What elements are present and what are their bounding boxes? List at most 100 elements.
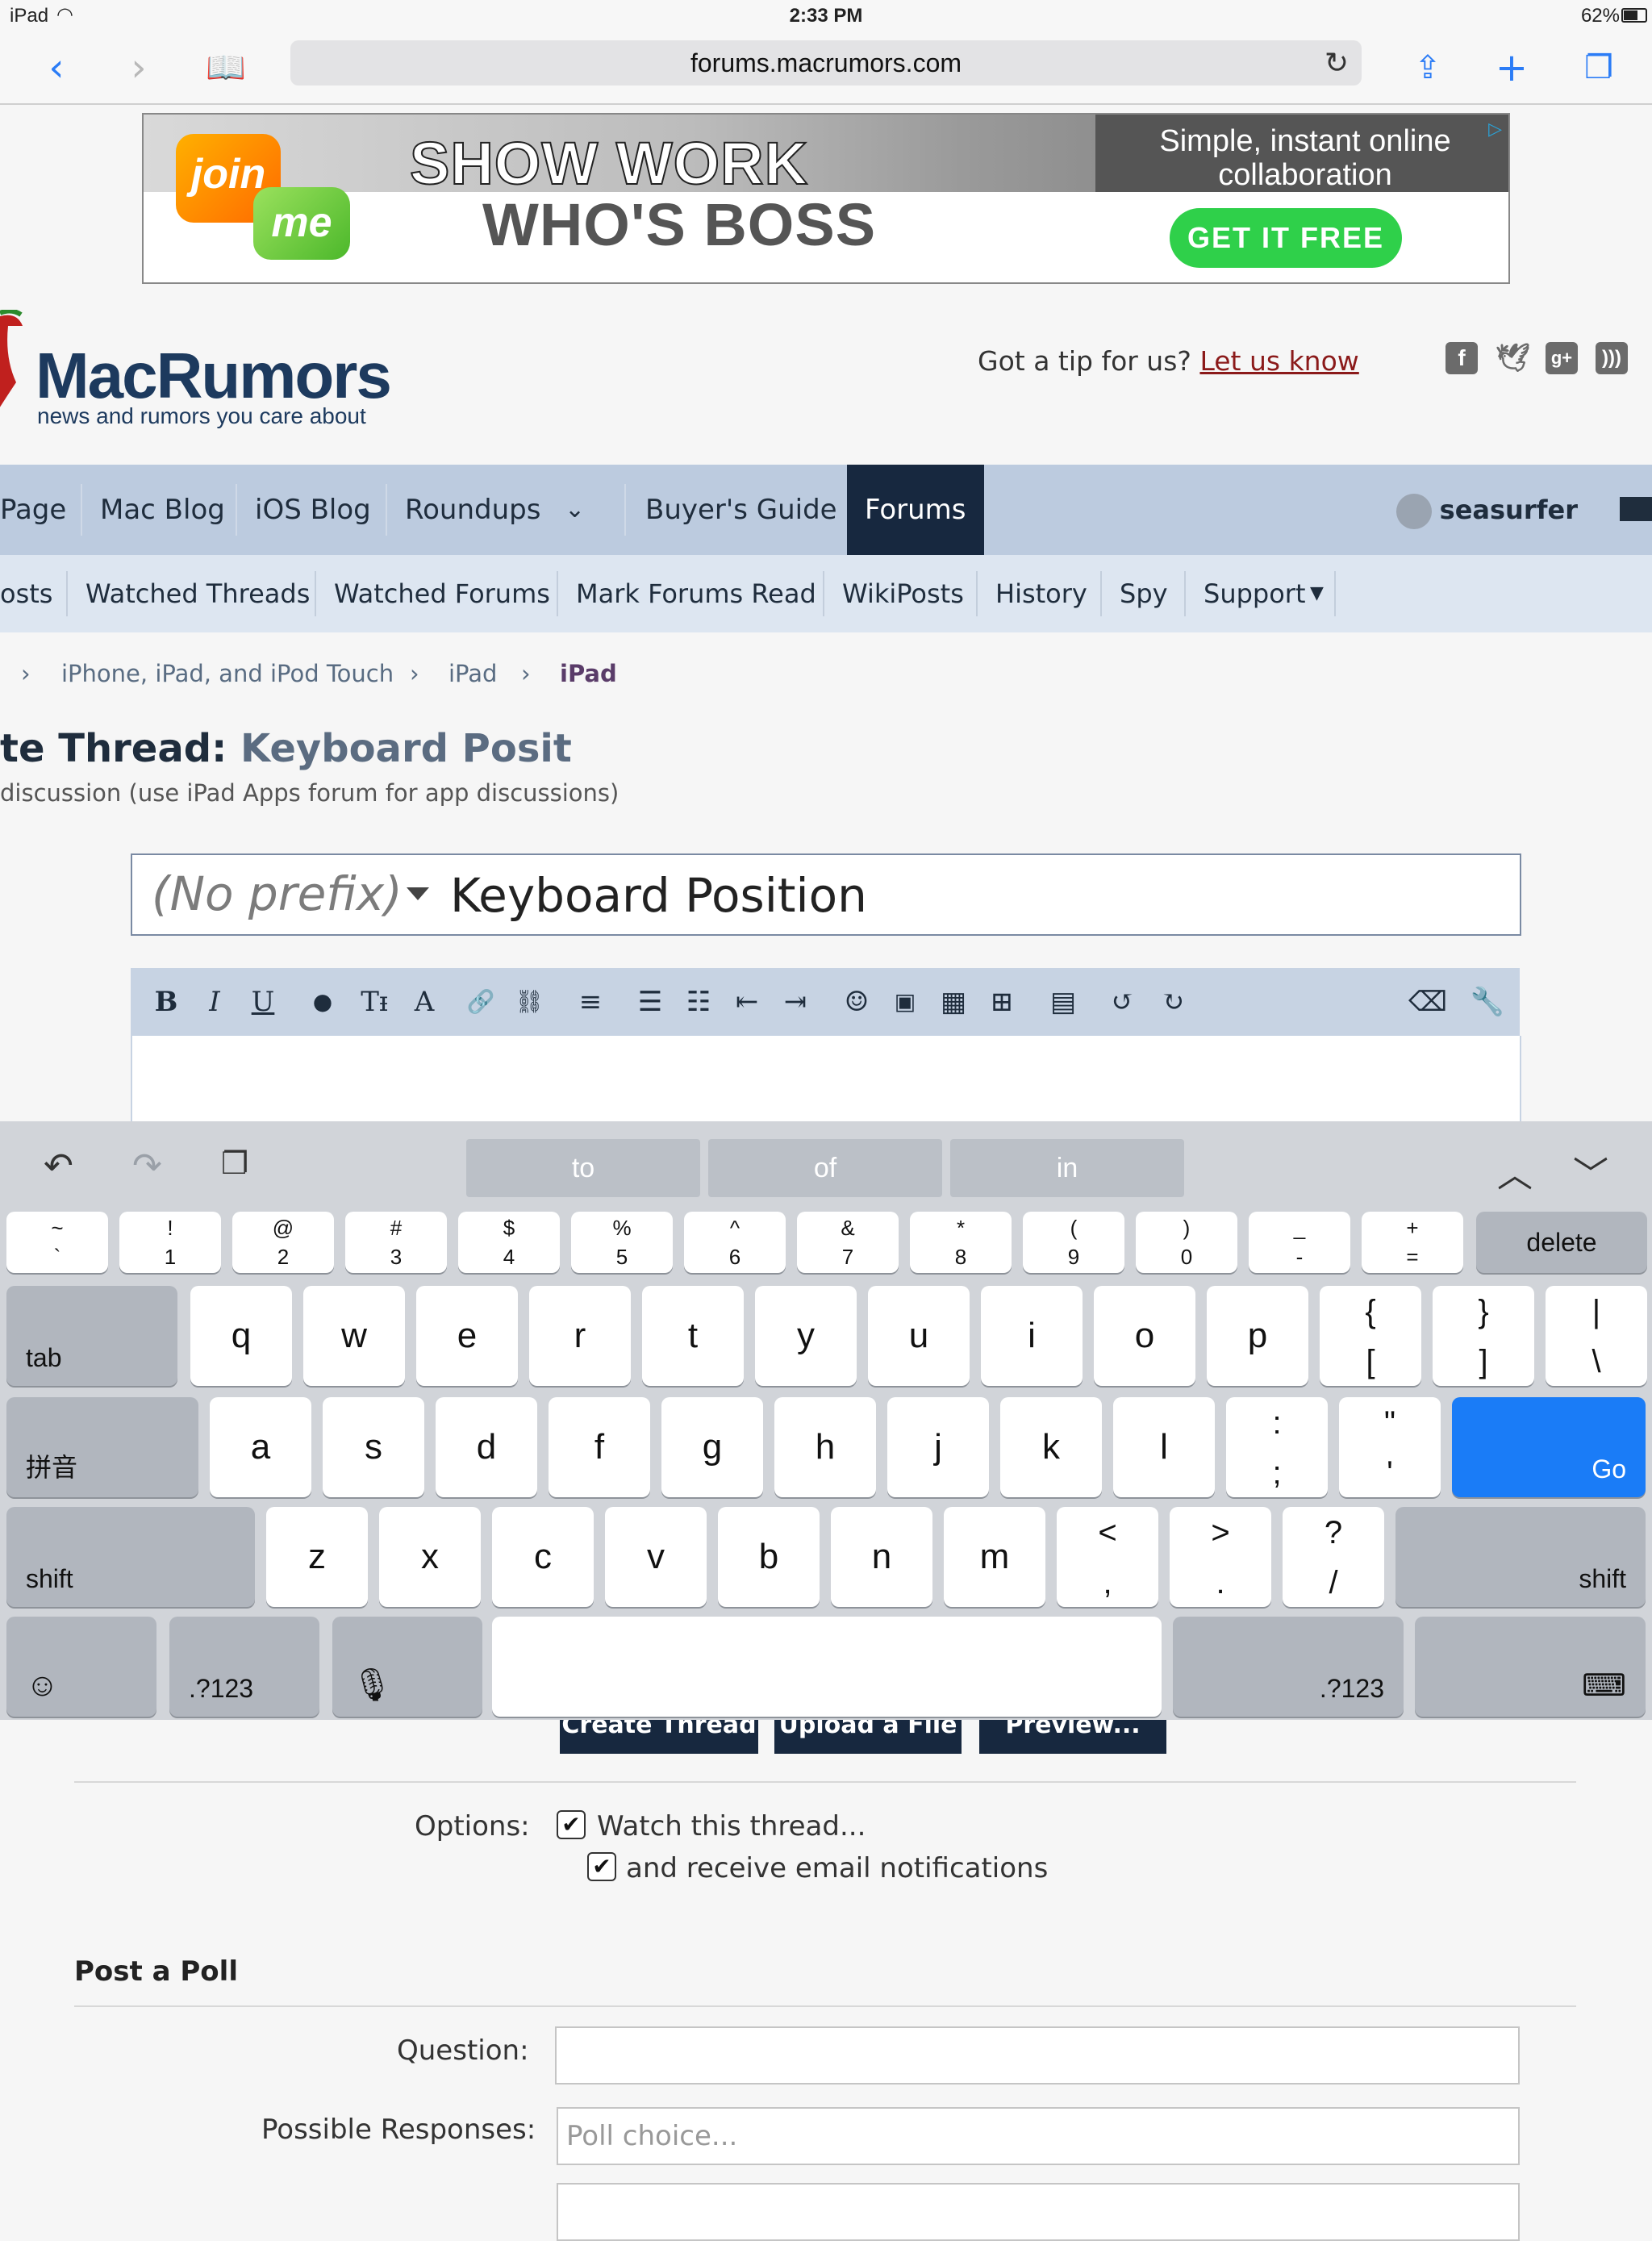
symbol-key[interactable]: >. — [1170, 1507, 1271, 1607]
italic-icon[interactable]: I — [195, 983, 234, 1021]
image-icon[interactable]: ▣ — [886, 983, 924, 1021]
key-6[interactable]: % 5 — [571, 1212, 673, 1273]
poll-choice-input[interactable] — [557, 2183, 1520, 2241]
key-o[interactable]: o — [1094, 1286, 1195, 1386]
symbol-key[interactable]: " ' — [1339, 1397, 1441, 1497]
underline-icon[interactable]: U — [244, 983, 282, 1021]
symbol-key[interactable]: {[ — [1320, 1286, 1421, 1386]
tab-key[interactable]: tab — [6, 1286, 177, 1386]
symbol-key[interactable]: | \ — [1546, 1286, 1647, 1386]
share-icon[interactable]: ⇪ — [1404, 44, 1452, 92]
key-z[interactable]: z — [266, 1507, 368, 1607]
symbol-key[interactable]: ? / — [1283, 1507, 1384, 1607]
key-4[interactable]: #3 — [345, 1212, 447, 1273]
key-d[interactable]: d — [436, 1397, 537, 1497]
nav-home[interactable]: Page — [0, 465, 66, 555]
link-icon[interactable]: 🔗 — [461, 983, 500, 1021]
prefix-dropdown[interactable]: (No prefix) — [152, 866, 403, 921]
nav-roundups[interactable]: Roundups — [405, 465, 540, 555]
key-a[interactable]: a — [210, 1397, 311, 1497]
key-2[interactable]: ! 1 — [119, 1212, 221, 1273]
outdent-icon[interactable]: ⇤ — [728, 983, 766, 1021]
subnav-mark-forums-read[interactable]: Mark Forums Read — [576, 555, 816, 632]
insert-icon[interactable]: ⊞ — [982, 983, 1021, 1021]
key-12[interactable]: _ - — [1249, 1212, 1350, 1273]
key-r[interactable]: r — [529, 1286, 631, 1386]
nav-forums[interactable]: Forums — [847, 465, 984, 555]
subnav-support[interactable]: Support — [1204, 555, 1306, 632]
breadcrumb-item[interactable]: iPad — [448, 660, 497, 687]
redo-icon[interactable]: ↻ — [1153, 983, 1192, 1021]
key-h[interactable]: h — [774, 1397, 876, 1497]
numbers-key-right[interactable]: .?123 — [1173, 1617, 1404, 1717]
align-icon[interactable]: ≡ — [571, 983, 610, 1021]
numbered-list-icon[interactable]: ☷ — [679, 983, 718, 1021]
upload-file-button[interactable]: Upload a File — [774, 1718, 962, 1754]
subnav-wikiposts[interactable]: WikiPosts — [842, 555, 964, 632]
subnav-history[interactable]: History — [995, 555, 1087, 632]
delete-key[interactable]: delete — [1476, 1212, 1647, 1273]
key-5[interactable]: $4 — [458, 1212, 560, 1273]
key-13[interactable]: + = — [1362, 1212, 1463, 1273]
key-j[interactable]: j — [887, 1397, 989, 1497]
media-icon[interactable]: ▦ — [934, 983, 973, 1021]
key-v[interactable]: v — [605, 1507, 707, 1607]
wrench-icon[interactable]: 🔧 — [1468, 983, 1507, 1021]
bold-icon[interactable]: B — [147, 983, 186, 1021]
symbol-key[interactable]: <, — [1057, 1507, 1158, 1607]
key-9[interactable]: * 8 — [910, 1212, 1012, 1273]
dismiss-keyboard-key[interactable]: ⌨ — [1415, 1617, 1646, 1717]
font-size-icon[interactable]: Tᵻ — [355, 983, 394, 1021]
facebook-icon[interactable]: f — [1446, 342, 1478, 374]
tabs-icon[interactable]: ❐ — [1575, 44, 1623, 92]
key-p[interactable]: p — [1207, 1286, 1308, 1386]
symbol-key[interactable]: }] — [1433, 1286, 1534, 1386]
key-q[interactable]: q — [190, 1286, 292, 1386]
color-icon[interactable]: ● — [303, 983, 342, 1021]
numbers-key-left[interactable]: .?123 — [169, 1617, 319, 1717]
key-s[interactable]: s — [323, 1397, 424, 1497]
key-i[interactable]: i — [981, 1286, 1083, 1386]
key-8[interactable]: & 7 — [797, 1212, 899, 1273]
breadcrumb-current[interactable]: iPad — [560, 660, 617, 687]
chevron-up-icon[interactable]: ︿ — [1497, 1146, 1533, 1197]
bookmarks-icon[interactable]: 📖 — [202, 44, 250, 92]
subnav-watched-threads[interactable]: Watched Threads — [86, 555, 310, 632]
font-icon[interactable]: A — [405, 983, 444, 1021]
key-l[interactable]: l — [1113, 1397, 1215, 1497]
preview-button[interactable]: Preview... — [979, 1718, 1166, 1754]
key-10[interactable]: (9 — [1023, 1212, 1124, 1273]
poll-question-input[interactable] — [555, 2026, 1520, 2085]
email-notifications-checkbox[interactable]: ✔ — [587, 1852, 616, 1881]
adchoices-icon[interactable]: ▷ — [1488, 119, 1502, 140]
language-key[interactable]: 拼音 — [6, 1397, 198, 1497]
indent-icon[interactable]: ⇥ — [776, 983, 815, 1021]
ad-cta-button[interactable]: GET IT FREE — [1170, 208, 1402, 268]
smilie-icon[interactable]: ☺ — [837, 983, 876, 1021]
tip-link[interactable]: Let us know — [1199, 345, 1358, 377]
twitter-icon[interactable]: 🕊 — [1496, 342, 1530, 374]
save-draft-icon[interactable]: ▤ — [1044, 983, 1083, 1021]
key-x[interactable]: x — [379, 1507, 481, 1607]
rss-icon[interactable]: ))) — [1596, 342, 1628, 374]
key-f[interactable]: f — [549, 1397, 650, 1497]
paste-icon[interactable]: ❐ — [221, 1146, 248, 1182]
google-plus-icon[interactable]: g+ — [1546, 342, 1578, 374]
address-bar[interactable]: forums.macrumors.com ↻ — [290, 40, 1362, 86]
watch-thread-checkbox[interactable]: ✔ — [557, 1810, 586, 1839]
eraser-icon[interactable]: ⌫ — [1408, 983, 1447, 1021]
suggestion[interactable]: in — [950, 1139, 1184, 1197]
unlink-icon[interactable]: ⛓ — [510, 983, 549, 1021]
undo-icon[interactable]: ↶ — [44, 1146, 73, 1187]
chevron-down-icon[interactable]: ⌄ — [565, 465, 585, 555]
symbol-key[interactable]: :; — [1226, 1397, 1328, 1497]
shift-left-key[interactable]: shift — [6, 1507, 255, 1607]
suggestion[interactable]: of — [708, 1139, 942, 1197]
nav-buyers-guide[interactable]: Buyer's Guide — [645, 465, 837, 555]
key-b[interactable]: b — [718, 1507, 820, 1607]
undo-icon[interactable]: ↺ — [1103, 983, 1142, 1021]
caret-down-icon[interactable]: ▼ — [1310, 555, 1324, 632]
caret-down-icon[interactable] — [407, 887, 429, 900]
nav-mac-blog[interactable]: Mac Blog — [100, 465, 225, 555]
subnav-spy[interactable]: Spy — [1120, 555, 1168, 632]
